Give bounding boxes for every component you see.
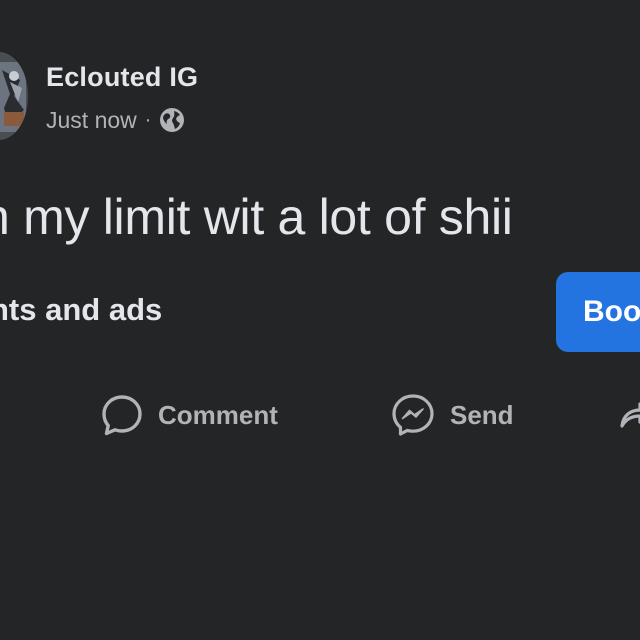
promo-text: hts and ads	[0, 292, 163, 327]
post-text: n my limit wit a lot of shii	[0, 189, 513, 245]
post-card: Eclouted IG Just now · n my limit wit a …	[0, 0, 640, 640]
author-name[interactable]: Eclouted IG	[46, 62, 198, 93]
share-icon	[620, 402, 640, 428]
share-button[interactable]	[618, 392, 640, 438]
boost-post-button[interactable]: Boo	[556, 272, 640, 352]
avatar-image	[0, 52, 28, 140]
send-label: Send	[450, 399, 514, 430]
comment-label: Comment	[158, 399, 278, 430]
comment-icon	[102, 395, 142, 436]
messenger-icon	[392, 394, 434, 436]
globe-icon[interactable]	[159, 107, 185, 133]
post-timestamp[interactable]: Just now	[46, 107, 137, 134]
post-meta: Just now ·	[46, 104, 185, 136]
meta-separator: ·	[144, 108, 152, 131]
send-button[interactable]: Send	[390, 392, 514, 438]
avatar[interactable]	[0, 52, 28, 140]
comment-button[interactable]: Comment	[100, 392, 278, 438]
